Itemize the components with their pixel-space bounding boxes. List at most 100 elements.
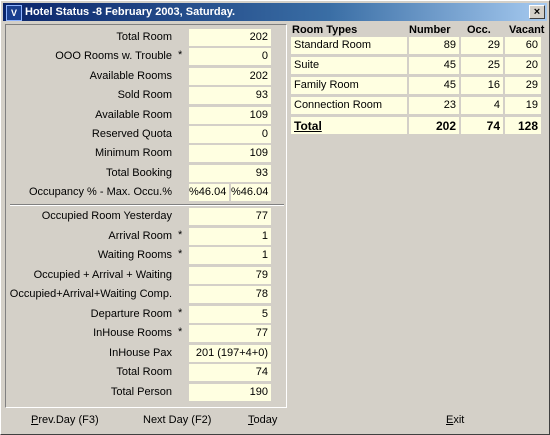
- cell-number: 89: [409, 37, 459, 54]
- stat-label: Waiting Rooms: [97, 249, 172, 262]
- stat-row-top-2: Available Rooms 202: [6, 67, 286, 86]
- room-type-row-1: Suite 45 25 20: [287, 56, 543, 74]
- stat-value: 202: [189, 29, 271, 46]
- stat-row-bottom-0: Occupied Room Yesterday 77: [6, 207, 286, 226]
- cell-vacant: 19: [505, 97, 541, 114]
- stat-value: 5: [189, 305, 271, 323]
- cell-occ: 16: [461, 77, 503, 94]
- app-icon: V: [6, 5, 22, 21]
- divider: [10, 204, 284, 207]
- stat-label: Total Booking: [105, 166, 172, 179]
- stat-value: 0: [189, 126, 271, 143]
- cell-number: 23: [409, 97, 459, 114]
- stat-value: 190: [189, 383, 271, 401]
- stat-row-bottom-4: Occupied+Arrival+Waiting Comp. 78: [6, 285, 286, 304]
- room-type-row-3: Connection Room 23 4 19: [287, 96, 543, 114]
- required-star-icon: *: [178, 248, 183, 261]
- cell-occ: 4: [461, 97, 503, 114]
- room-type-row-0: Standard Room 89 29 60: [287, 36, 543, 54]
- stat-value: 77: [189, 208, 271, 226]
- required-star-icon: *: [178, 49, 183, 62]
- stat-value: 93: [189, 164, 271, 182]
- stat-row-occupancy: Occupancy % - Max. Occu.% %46.04 %46.04: [6, 183, 286, 202]
- occupancy-value: %46.04: [189, 184, 229, 202]
- stat-label: Arrival Room: [108, 229, 172, 242]
- cell-occ: 25: [461, 57, 503, 74]
- cell-number: 202: [409, 117, 459, 134]
- stat-label: Total Room: [116, 31, 172, 43]
- stat-row-bottom-6: InHouse Rooms * 77: [6, 324, 286, 343]
- stat-label: InHouse Pax: [109, 346, 172, 359]
- required-star-icon: *: [178, 326, 183, 339]
- stat-value: 1: [189, 227, 271, 245]
- next-day-button[interactable]: Next Day (F2): [143, 414, 211, 426]
- stat-value: 109: [189, 145, 271, 163]
- stat-label: Occupied + Arrival + Waiting: [33, 268, 172, 281]
- stat-label: Departure Room: [90, 307, 172, 320]
- stat-value: 109: [189, 106, 271, 124]
- room-summary-panel: Total Room 202 OOO Rooms w. Trouble * 0 Avail…: [5, 24, 287, 408]
- hotel-status-window: V Hotel Status -8 February 2003, Saturda…: [0, 0, 550, 435]
- stat-value: 74: [189, 364, 271, 382]
- title-bar: V Hotel Status -8 February 2003, Saturda…: [3, 3, 547, 21]
- stat-row-top-3: Sold Room 93: [6, 86, 286, 105]
- stat-label: Occupied+Arrival+Waiting Comp.: [9, 288, 172, 301]
- button-bar: Prev.Day (F3) Next Day (F2) Today Exit: [1, 409, 549, 434]
- stat-row-bottom-8: Total Room 74: [6, 363, 286, 382]
- room-type-row-2: Family Room 45 16 29: [287, 76, 543, 94]
- stat-value: 77: [189, 325, 271, 343]
- cell-occ: 74: [461, 117, 503, 134]
- max-occupancy-value: %46.04: [231, 184, 271, 202]
- cell-vacant: 29: [505, 77, 541, 94]
- cell-type: Connection Room: [291, 97, 407, 114]
- stat-row-bottom-5: Departure Room * 5: [6, 305, 286, 324]
- cell-type: Total: [291, 117, 407, 134]
- stat-label: Reserved Quota: [91, 128, 172, 140]
- stat-value: 202: [189, 67, 271, 85]
- cell-vacant: 128: [505, 117, 541, 134]
- stat-row-top-0: Total Room 202: [6, 28, 286, 47]
- stat-label: Sold Room: [117, 89, 172, 102]
- stat-label: Occupancy % - Max. Occu.%: [28, 186, 172, 199]
- stat-label: Total Room: [116, 366, 172, 379]
- window-title: Hotel Status -8 February 2003, Saturday.: [25, 6, 236, 18]
- stat-row-bottom-2: Waiting Rooms * 1: [6, 246, 286, 265]
- stat-value: 1: [189, 247, 271, 265]
- stat-row-top-7: Total Booking 93: [6, 164, 286, 183]
- stat-row-top-1: OOO Rooms w. Trouble * 0: [6, 47, 286, 66]
- stat-value: 79: [189, 266, 271, 284]
- stat-value: 78: [189, 286, 271, 304]
- required-star-icon: *: [178, 306, 183, 319]
- cell-type: Suite: [291, 57, 407, 74]
- stat-row-bottom-1: Arrival Room * 1: [6, 227, 286, 246]
- cell-number: 45: [409, 77, 459, 94]
- cell-type: Family Room: [291, 77, 407, 94]
- room-types-table: Room Types Number Occ. Vacant Standard R…: [287, 24, 545, 134]
- cell-occ: 29: [461, 37, 503, 54]
- close-icon[interactable]: ×: [529, 5, 545, 19]
- cell-type: Standard Room: [291, 37, 407, 54]
- stat-row-top-5: Reserved Quota 0: [6, 125, 286, 144]
- stat-label: Available Rooms: [89, 69, 172, 82]
- stat-label: Available Room: [95, 108, 172, 121]
- stat-label: Total Person: [110, 385, 172, 398]
- stat-row-bottom-3: Occupied + Arrival + Waiting 79: [6, 266, 286, 285]
- today-button[interactable]: Today: [248, 414, 277, 426]
- room-types-total-row: Total 202 74 128: [287, 116, 543, 134]
- stat-label: OOO Rooms w. Trouble: [55, 50, 172, 63]
- stat-row-top-4: Available Room 109: [6, 106, 286, 125]
- cell-number: 45: [409, 57, 459, 74]
- stat-row-bottom-9: Total Person 190: [6, 383, 286, 402]
- prev-day-button[interactable]: Prev.Day (F3): [31, 414, 99, 426]
- stat-label: InHouse Rooms: [93, 327, 172, 340]
- stat-row-top-6: Minimum Room 109: [6, 144, 286, 163]
- cell-vacant: 20: [505, 57, 541, 74]
- stat-row-bottom-7: InHouse Pax 201 (197+4+0): [6, 344, 286, 363]
- stat-value: 0: [189, 48, 271, 66]
- stat-value: 93: [189, 87, 271, 105]
- exit-button[interactable]: Exit: [446, 414, 464, 426]
- required-star-icon: *: [178, 228, 183, 241]
- stat-label: Occupied Room Yesterday: [41, 210, 172, 223]
- stat-value: 201 (197+4+0): [189, 344, 271, 362]
- cell-vacant: 60: [505, 37, 541, 54]
